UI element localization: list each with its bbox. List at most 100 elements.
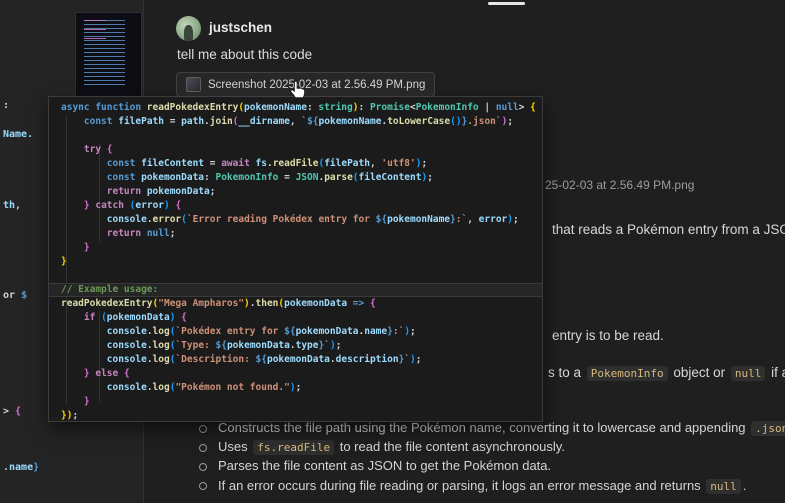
code-line: console.log(`Pokédex entry for ${pokemon… bbox=[61, 325, 542, 339]
text-segment: object or bbox=[669, 365, 729, 380]
code-token: } bbox=[33, 462, 40, 473]
code-token: } bbox=[83, 396, 90, 407]
code-token: __dirname bbox=[238, 116, 290, 127]
attachment-image-icon bbox=[186, 77, 201, 92]
editor-code-fragment: Name. bbox=[3, 129, 33, 140]
editor-code-fragment: th, bbox=[3, 200, 21, 211]
code-token: fs bbox=[255, 158, 267, 169]
code-token: { bbox=[175, 312, 187, 323]
editor-code-fragment: > { bbox=[3, 406, 21, 417]
response-text-fragment: entry is to be read. bbox=[552, 328, 664, 343]
code-token: ${ bbox=[284, 326, 296, 337]
code-line: async function readPokedexEntry(pokemonN… bbox=[61, 101, 542, 115]
code-token: Name. bbox=[3, 129, 34, 140]
code-token: { bbox=[530, 102, 536, 113]
summary-bullet-item: If an error occurs during file reading o… bbox=[199, 478, 785, 497]
code-line: } bbox=[61, 255, 542, 269]
code-token: fileContent bbox=[358, 172, 422, 183]
code-screenshot-thumbnail bbox=[75, 12, 142, 97]
hand-cursor-icon bbox=[290, 80, 306, 99]
code-token: `Type: bbox=[175, 340, 216, 351]
code-token: log bbox=[152, 354, 170, 365]
code-token: ; bbox=[421, 158, 428, 169]
avatar bbox=[176, 16, 201, 41]
code-token: pokemonName bbox=[387, 214, 451, 225]
code-token: () bbox=[450, 116, 462, 127]
code-block: async function readPokedexEntry(pokemonN… bbox=[49, 101, 542, 421]
code-token: catch bbox=[89, 200, 130, 211]
code-token: console bbox=[106, 382, 147, 393]
code-line: return null; bbox=[61, 227, 542, 241]
code-token: { bbox=[169, 200, 182, 211]
code-line: console.log(`Description: ${pokemonData.… bbox=[61, 353, 542, 367]
code-line: readPokedexEntry("Mega Ampharos").then(p… bbox=[61, 297, 542, 311]
code-token: or bbox=[3, 290, 22, 301]
code-token: = bbox=[278, 172, 296, 183]
code-token: error bbox=[135, 200, 165, 211]
code-token: description bbox=[335, 354, 399, 365]
code-token: $ bbox=[21, 290, 28, 301]
inline-code: null bbox=[706, 478, 741, 494]
inline-code: fs.readFile bbox=[253, 440, 335, 456]
code-token: ; bbox=[427, 172, 433, 183]
code-token: : bbox=[306, 102, 319, 113]
inline-code: PokemonInfo bbox=[586, 366, 668, 381]
code-token: join bbox=[209, 116, 233, 127]
bullet-icon bbox=[199, 482, 207, 491]
code-token: "Pokémon not found." bbox=[175, 382, 290, 393]
code-token: `Pokédex entry for bbox=[175, 326, 285, 337]
code-token: :` bbox=[392, 326, 405, 337]
code-token: string bbox=[318, 102, 353, 113]
code-token: :` bbox=[455, 214, 468, 225]
code-token: console bbox=[106, 326, 147, 337]
code-token: filePath bbox=[324, 158, 370, 169]
code-token: null bbox=[495, 102, 519, 113]
text-segment: Uses bbox=[218, 439, 252, 455]
code-token: { bbox=[369, 298, 376, 309]
code-token: else bbox=[89, 368, 124, 379]
code-token: log bbox=[152, 340, 170, 351]
editor-code-fragment: or $ bbox=[3, 290, 27, 301]
code-token: readFile bbox=[272, 158, 319, 169]
code-token: pokemonData bbox=[226, 340, 290, 351]
code-token: const bbox=[106, 158, 142, 169]
text-segment: Constructs the file path using the Pokém… bbox=[218, 420, 750, 435]
code-token: , bbox=[467, 214, 479, 225]
code-token: toLowerCase bbox=[387, 116, 451, 127]
code-line bbox=[61, 129, 542, 143]
code-token: pokemonData bbox=[295, 326, 359, 337]
bullet-text: Uses fs.readFile to read the file conten… bbox=[218, 439, 565, 456]
code-token: console bbox=[106, 214, 147, 225]
code-token: parse bbox=[324, 172, 353, 183]
code-line: try { bbox=[61, 143, 542, 157]
bullet-text: If an error occurs during file reading o… bbox=[218, 477, 746, 494]
summary-bullet-item: Constructs the file path using the Pokém… bbox=[199, 420, 785, 439]
code-token: ; bbox=[410, 326, 416, 337]
code-token: log bbox=[152, 326, 170, 337]
text-segment: s to a bbox=[548, 365, 585, 380]
code-token: "Mega Ampharos" bbox=[158, 298, 245, 309]
code-token: | bbox=[478, 102, 496, 113]
inline-code: null bbox=[730, 366, 766, 381]
code-token: } bbox=[83, 242, 90, 253]
bullet-text: Constructs the file path using the Pokém… bbox=[218, 420, 785, 436]
code-token: JSON bbox=[295, 172, 319, 183]
code-line: const pokemonData: PokemonInfo = JSON.pa… bbox=[61, 171, 542, 185]
chat-message-text: tell me about this code bbox=[177, 47, 313, 62]
code-token: ${ bbox=[215, 340, 227, 351]
code-token: pokemonData bbox=[146, 186, 210, 197]
code-token: > bbox=[518, 102, 531, 113]
text-segment: If an error occurs during file reading o… bbox=[218, 477, 705, 493]
code-token: Promise bbox=[369, 102, 410, 113]
code-token: }) bbox=[61, 410, 73, 421]
scrollbar-handle[interactable] bbox=[488, 2, 525, 5]
code-token: } bbox=[61, 256, 67, 267]
